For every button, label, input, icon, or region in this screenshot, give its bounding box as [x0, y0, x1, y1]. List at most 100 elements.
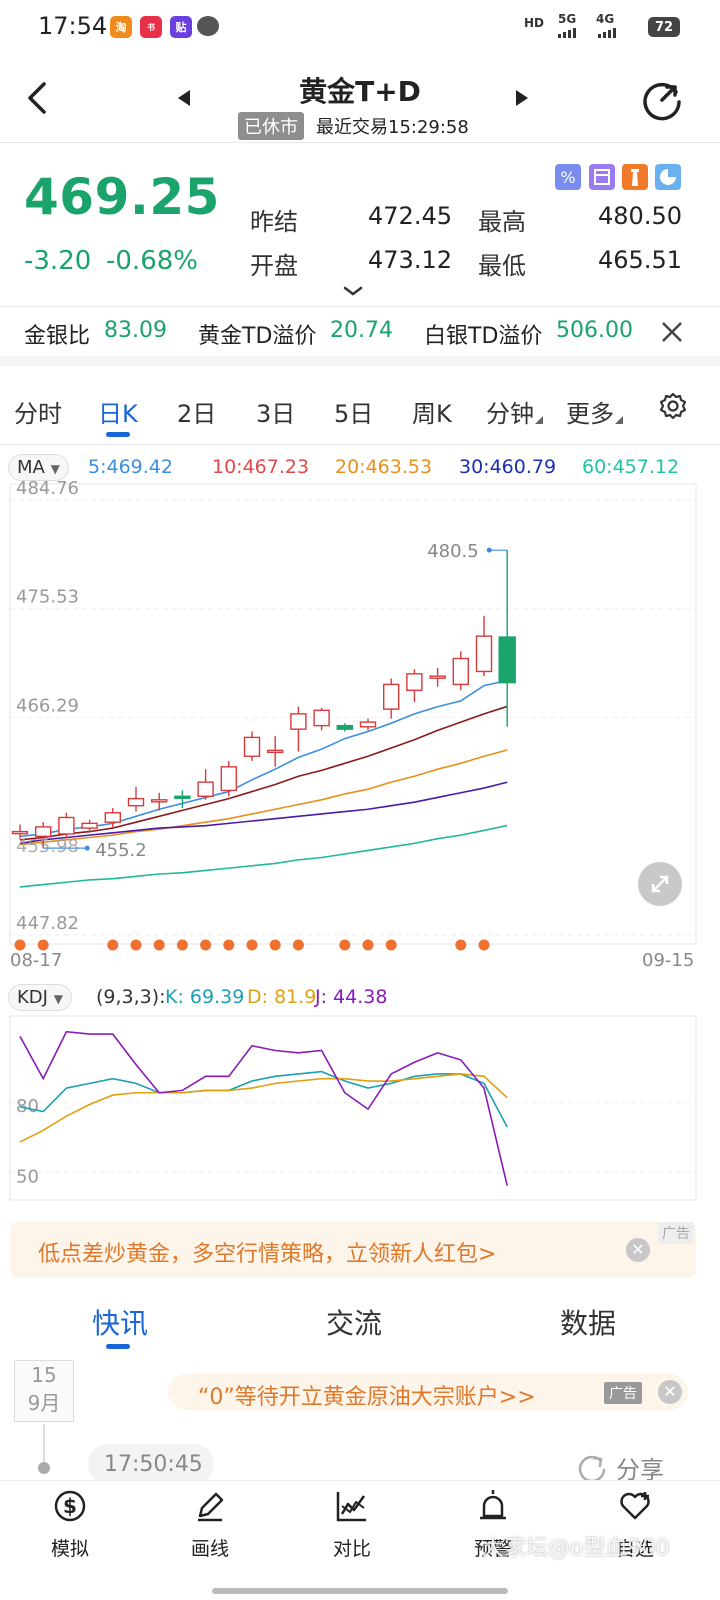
signal-dot: [246, 939, 258, 951]
signal-4g: 4G: [596, 12, 615, 26]
market-closed-badge: 已休市: [238, 112, 304, 140]
max-label: 480.5: [427, 541, 479, 562]
chart-frame: [9, 483, 697, 945]
candle-body: [452, 657, 469, 686]
candle-body: [359, 721, 377, 728]
tab-intraday[interactable]: 分时: [14, 394, 62, 429]
y-tick-label: 466.29: [16, 696, 79, 717]
chart-settings-button[interactable]: [658, 391, 688, 425]
refresh-button[interactable]: [640, 78, 684, 126]
tab-more[interactable]: 更多: [566, 394, 614, 429]
price-change-pct: -0.68%: [106, 246, 198, 276]
signal-dot: [200, 939, 212, 951]
tab-weekly-k[interactable]: 周K: [412, 394, 452, 429]
ma10-value: 10:467.23: [212, 456, 310, 478]
tab-data[interactable]: 数据: [560, 1302, 616, 1342]
tab-5day[interactable]: 5日: [334, 394, 373, 429]
signal-dot: [362, 939, 374, 951]
candle-body: [197, 781, 214, 797]
tab-flash-news[interactable]: 快讯: [92, 1302, 148, 1342]
signal-dot: [269, 939, 281, 951]
tab-3day[interactable]: 3日: [256, 394, 295, 429]
kdj-selector-label: KDJ: [17, 987, 48, 1008]
close-ratio-bar-button[interactable]: [660, 320, 684, 348]
kdj-tick-label: 80: [16, 1096, 39, 1117]
kdj-indicator-selector[interactable]: KDJ ▼: [8, 984, 72, 1011]
feed-ad-close-icon[interactable]: ✕: [658, 1380, 682, 1404]
gold-premium-value: 20.74: [330, 318, 393, 343]
nav-draw[interactable]: 画线: [160, 1488, 260, 1561]
max-marker-dot: [486, 547, 492, 553]
feed-ad-banner[interactable]: “0”等待开立黄金原油大宗账户>> 广告 ✕: [168, 1374, 688, 1410]
pen-icon: [198, 1492, 224, 1522]
caret-down-icon: ▼: [50, 462, 60, 476]
candle-body: [313, 709, 330, 727]
next-instrument-button[interactable]: [514, 88, 530, 112]
feed-time-pill: 17:50:45: [88, 1444, 214, 1484]
pie-chart-tool-icon[interactable]: [655, 164, 681, 190]
signal-dot: [37, 939, 49, 951]
status-bar: 17:54 淘 书 贴 HD 5G 4G 72: [0, 0, 720, 56]
open-value: 473.12: [368, 246, 452, 274]
tieba-icon: 贴: [170, 16, 192, 38]
signal-5g: 5G: [558, 12, 577, 26]
high-value: 480.50: [598, 202, 682, 230]
nav-compare[interactable]: 对比: [302, 1488, 402, 1561]
ad-close-icon[interactable]: ✕: [626, 1238, 650, 1262]
gold-premium-label: 黄金TD溢价: [198, 324, 317, 349]
prev-settle-value: 472.45: [368, 202, 452, 230]
refresh-icon: [643, 82, 681, 121]
candle-body: [150, 799, 168, 803]
lighthouse-tool-icon[interactable]: [622, 164, 648, 190]
kdj-chart[interactable]: 80 50: [0, 1014, 720, 1204]
kline-chart[interactable]: 484.76 475.53 466.29 447.82 08-17 09-15 480.5…: [0, 480, 720, 980]
low-value: 465.51: [598, 246, 682, 274]
signal-dot: [223, 939, 235, 951]
expand-quote-button[interactable]: [342, 282, 364, 301]
candle-body: [336, 724, 353, 730]
fullscreen-button[interactable]: [638, 862, 682, 906]
min-marker-dot: [84, 845, 90, 851]
divider: [0, 142, 720, 143]
ma-line-ma30: [19, 781, 508, 845]
signal-dot: [107, 939, 119, 951]
ma-selector-label: MA: [17, 457, 45, 478]
caret-right-icon: [516, 90, 528, 106]
y-tick-label: 484.76: [16, 480, 79, 499]
candle-body: [383, 683, 400, 710]
ma-line-ma5: [19, 679, 508, 838]
ad-banner[interactable]: 低点差炒黄金，多空行情策略，立领新人红包> ✕ 广告: [10, 1222, 696, 1278]
tab-2day[interactable]: 2日: [177, 394, 216, 429]
ma5-value: 5:469.42: [88, 456, 173, 478]
signal-bars-icon: [598, 28, 616, 38]
signal-dot: [14, 939, 26, 951]
prev-settle-label: 昨结: [250, 208, 298, 236]
high-label: 最高: [478, 208, 526, 236]
candle-body: [35, 826, 52, 838]
more-dropdown-icon: [615, 416, 623, 424]
ma-indicator-selector[interactable]: MA ▼: [8, 454, 69, 481]
alarm-icon: [480, 1490, 506, 1520]
signal-dot: [455, 939, 467, 951]
kdj-d-value: D: 81.9: [247, 986, 317, 1008]
kdj-line-j: [19, 1030, 508, 1186]
calendar-tool-icon[interactable]: [589, 164, 615, 190]
nav-simulate[interactable]: $ 模拟: [20, 1488, 120, 1561]
calculator-tool-icon[interactable]: %: [555, 164, 581, 190]
candle-body: [127, 797, 145, 807]
tab-minute[interactable]: 分钟: [486, 394, 534, 429]
xiaohongshu-icon: 书: [140, 16, 162, 38]
feed-date-month: 9月: [27, 1391, 61, 1415]
kdj-line-k: [19, 1070, 508, 1128]
tab-daily-k[interactable]: 日K: [98, 394, 138, 429]
silver-premium-value: 506.00: [556, 318, 633, 343]
news-tab-indicator: [106, 1344, 130, 1349]
share-icon: [578, 1455, 606, 1482]
home-indicator: [212, 1588, 508, 1594]
ma60-value: 60:457.12: [582, 456, 680, 478]
candle-body: [290, 713, 307, 730]
svg-text:$: $: [63, 1494, 77, 1518]
taobao-icon: 淘: [110, 16, 132, 38]
overlapped-tick-label: 455.98: [16, 836, 79, 857]
tab-discussion[interactable]: 交流: [326, 1302, 382, 1342]
